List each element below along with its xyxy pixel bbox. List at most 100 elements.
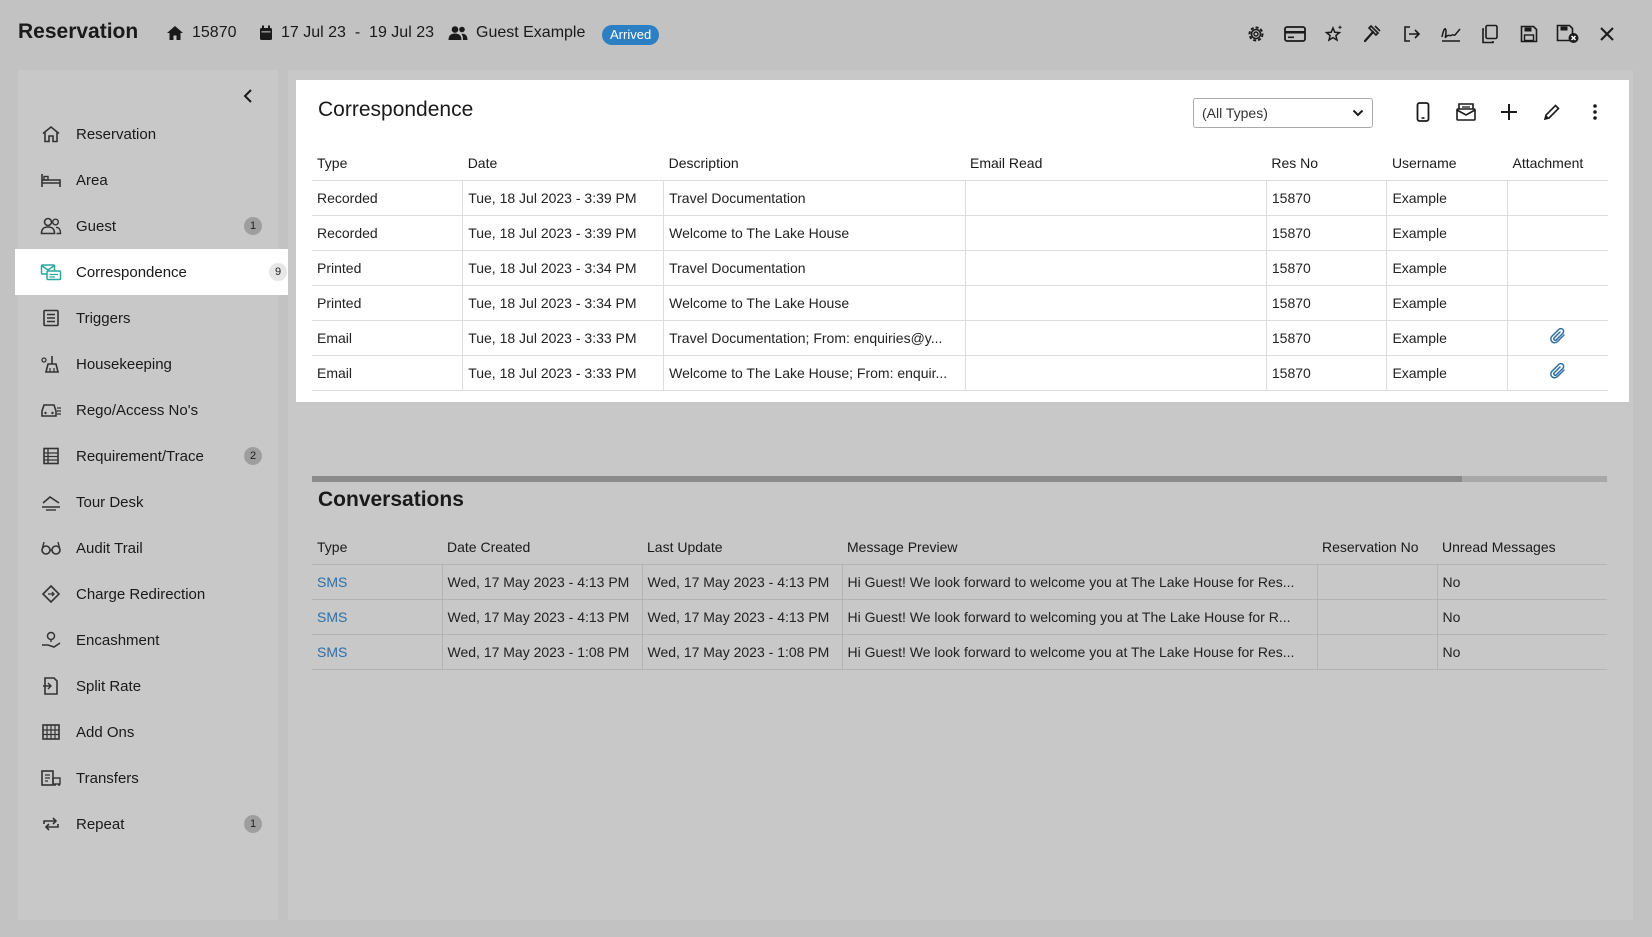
column-header-reservation-no[interactable]: Reservation No: [1317, 530, 1437, 564]
sidebar-item-tour-desk[interactable]: Tour Desk: [18, 479, 280, 525]
conversations-title: Conversations: [318, 488, 464, 511]
cell-date: Tue, 18 Jul 2023 - 3:34 PM: [462, 249, 665, 285]
sms-link[interactable]: SMS: [317, 644, 347, 660]
type-filter-select[interactable]: (All Types): [1193, 98, 1373, 128]
sidebar-item-encashment[interactable]: Encashment: [18, 617, 280, 663]
page-title: Reservation: [18, 20, 139, 43]
home-icon: [167, 26, 183, 40]
sidebar-item-label: Transfers: [76, 769, 139, 787]
signature-button[interactable]: [1431, 22, 1470, 46]
close-button[interactable]: [1587, 22, 1626, 46]
type-filter-value: (All Types): [1202, 105, 1268, 121]
sidebar-item-audit-trail[interactable]: Audit Trail: [18, 525, 280, 571]
send-email-button[interactable]: [1444, 98, 1487, 126]
sidebar: Reservation Area Guest 1 Correspondence …: [15, 70, 295, 920]
sidebar-item-label: Housekeeping: [76, 355, 172, 373]
tour-icon: [40, 491, 62, 513]
cell-unread-messages: No: [1437, 563, 1607, 599]
table-header-row: Type Date Created Last Update Message Pr…: [312, 530, 1607, 564]
sms-link[interactable]: SMS: [317, 609, 347, 625]
column-header-email-read[interactable]: Email Read: [965, 146, 1266, 180]
sidebar-item-add-ons[interactable]: Add Ons: [18, 709, 280, 755]
pencil-icon: [1543, 104, 1560, 121]
cell-email-read: [965, 354, 1267, 391]
cell-email-read: [965, 284, 1267, 320]
sidebar-item-triggers[interactable]: Triggers: [18, 295, 280, 341]
cell-email-read: [965, 214, 1267, 250]
table-header-row: Type Date Description Email Read Res No …: [312, 146, 1608, 180]
sidebar-item-transfers[interactable]: Transfers: [18, 755, 280, 801]
paperclip-icon: [1550, 327, 1565, 344]
sidebar-item-area[interactable]: Area: [18, 157, 280, 203]
panel-splitter[interactable]: [312, 476, 1607, 482]
table-row[interactable]: Printed Tue, 18 Jul 2023 - 3:34 PM Welco…: [312, 284, 1608, 320]
sidebar-item-requirement-trace[interactable]: Requirement/Trace 2: [18, 433, 280, 479]
column-header-username[interactable]: Username: [1387, 146, 1508, 180]
sidebar-item-repeat[interactable]: Repeat 1: [18, 801, 280, 847]
save-and-close-button[interactable]: [1548, 22, 1587, 46]
cell-attachment[interactable]: [1507, 319, 1608, 355]
add-correspondence-button[interactable]: [1487, 98, 1530, 126]
sidebar-item-split-rate[interactable]: Split Rate: [18, 663, 280, 709]
edit-correspondence-button[interactable]: [1530, 98, 1573, 126]
cell-res-no: 15870: [1266, 179, 1388, 215]
checkout-icon: [1403, 26, 1420, 42]
column-header-description[interactable]: Description: [664, 146, 965, 180]
sidebar-item-correspondence[interactable]: Correspondence 9: [15, 249, 295, 295]
table-row[interactable]: Printed Tue, 18 Jul 2023 - 3:34 PM Trave…: [312, 249, 1608, 285]
cell-last-update: Wed, 17 May 2023 - 4:13 PM: [642, 563, 843, 599]
cell-username: Example: [1386, 179, 1508, 215]
cell-attachment[interactable]: [1507, 354, 1608, 391]
cell-res-no: 15870: [1266, 249, 1388, 285]
copy-button[interactable]: [1470, 22, 1509, 46]
column-header-message-preview[interactable]: Message Preview: [842, 530, 1317, 564]
cell-description: Travel Documentation: [663, 179, 966, 215]
car-icon: [40, 399, 62, 421]
table-row[interactable]: Email Tue, 18 Jul 2023 - 3:33 PM Welcome…: [312, 354, 1608, 391]
sidebar-item-charge-redirection[interactable]: Charge Redirection: [18, 571, 280, 617]
payment-button[interactable]: [1275, 22, 1314, 46]
save-close-icon: [1556, 24, 1578, 43]
sms-link[interactable]: SMS: [317, 574, 347, 590]
column-header-date[interactable]: Date: [463, 146, 664, 180]
guests-icon: [448, 26, 468, 40]
collapse-sidebar-button[interactable]: [236, 84, 260, 108]
column-header-last-update[interactable]: Last Update: [642, 530, 842, 564]
save-button[interactable]: [1509, 22, 1548, 46]
top-bar: Reservation 15870 17 Jul 23 - 19 Jul 23 …: [0, 0, 1652, 68]
sidebar-nav: Reservation Area Guest 1 Correspondence …: [15, 111, 295, 847]
status-badge: Arrived: [602, 25, 660, 45]
count-badge: 1: [244, 815, 262, 833]
column-header-res-no[interactable]: Res No: [1266, 146, 1387, 180]
column-header-type[interactable]: Type: [312, 530, 442, 564]
sidebar-item-label: Correspondence: [76, 263, 187, 281]
bed-icon: [40, 169, 62, 191]
column-header-attachment[interactable]: Attachment: [1507, 146, 1608, 180]
main-content: Correspondence (All Types) Type Date Des…: [288, 70, 1633, 920]
sidebar-item-rego[interactable]: Rego/Access No's: [18, 387, 280, 433]
sidebar-item-housekeeping[interactable]: Housekeeping: [18, 341, 280, 387]
tools-button[interactable]: [1353, 22, 1392, 46]
table-row[interactable]: SMS Wed, 17 May 2023 - 4:13 PM Wed, 17 M…: [312, 563, 1607, 599]
paperclip-icon: [1550, 362, 1565, 379]
table-row[interactable]: Recorded Tue, 18 Jul 2023 - 3:39 PM Welc…: [312, 214, 1608, 250]
checkout-button[interactable]: [1392, 22, 1431, 46]
table-row[interactable]: SMS Wed, 17 May 2023 - 4:13 PM Wed, 17 M…: [312, 598, 1607, 634]
column-header-unread-messages[interactable]: Unread Messages: [1437, 530, 1607, 564]
more-options-button[interactable]: [1573, 98, 1616, 126]
sidebar-item-guest[interactable]: Guest 1: [18, 203, 280, 249]
sidebar-item-reservation[interactable]: Reservation: [18, 111, 280, 157]
table-row[interactable]: Recorded Tue, 18 Jul 2023 - 3:39 PM Trav…: [312, 179, 1608, 215]
table-row[interactable]: SMS Wed, 17 May 2023 - 1:08 PM Wed, 17 M…: [312, 633, 1607, 670]
settings-button[interactable]: [1236, 22, 1275, 46]
loyalty-button[interactable]: [1314, 22, 1353, 46]
column-header-date-created[interactable]: Date Created: [442, 530, 642, 564]
send-sms-button[interactable]: [1401, 98, 1444, 126]
cell-reservation-no: [1317, 633, 1438, 670]
calendar-icon: [260, 25, 272, 40]
sidebar-item-label: Audit Trail: [76, 539, 143, 557]
cell-description: Travel Documentation: [663, 249, 966, 285]
column-header-type[interactable]: Type: [312, 146, 463, 180]
mobile-icon: [1416, 102, 1429, 122]
table-row[interactable]: Email Tue, 18 Jul 2023 - 3:33 PM Travel …: [312, 319, 1608, 355]
